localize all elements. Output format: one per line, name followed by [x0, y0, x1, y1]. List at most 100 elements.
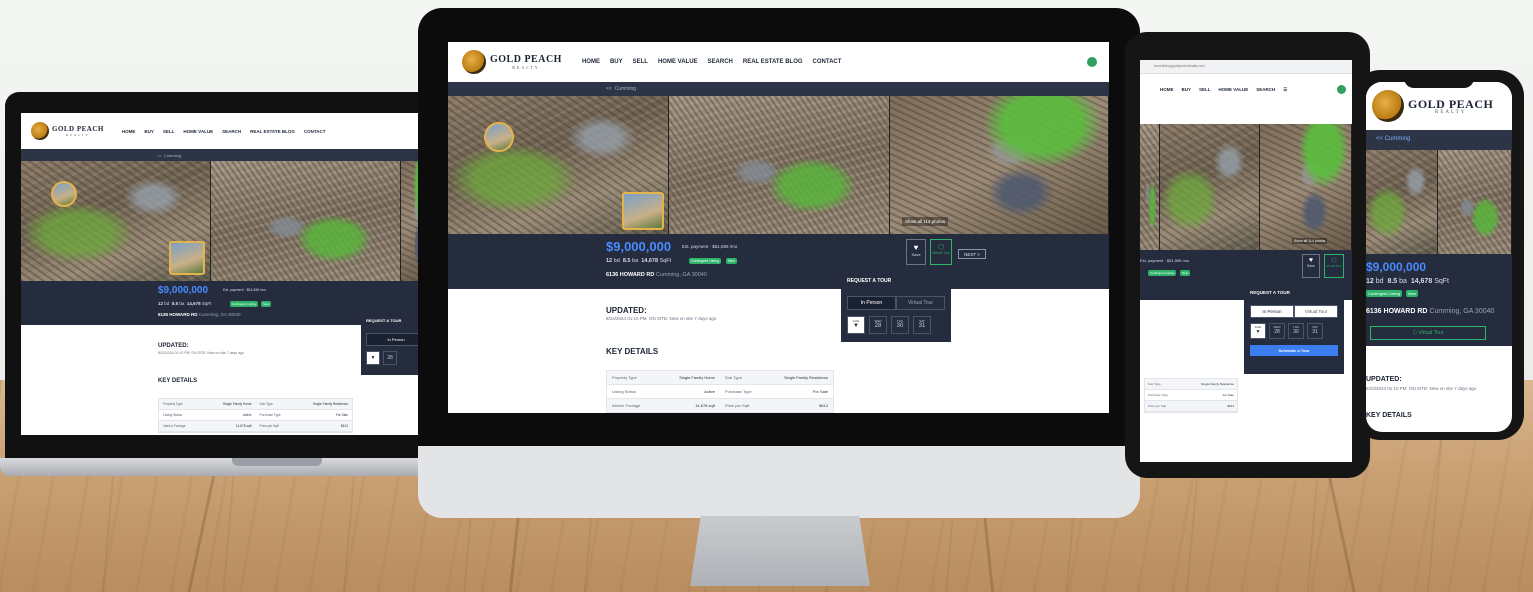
- nav-search[interactable]: SEARCH: [222, 129, 241, 134]
- day-option[interactable]: WED 28: [869, 316, 887, 334]
- logo[interactable]: GOLD PEACH REALTY: [31, 122, 104, 140]
- nav-buy[interactable]: BUY: [144, 129, 154, 134]
- nav-buy[interactable]: BUY: [1182, 87, 1192, 93]
- nav-home-value[interactable]: HOME VALUE: [658, 59, 698, 65]
- day-option[interactable]: THU 30: [891, 316, 909, 334]
- nav-blog[interactable]: REAL ESTATE BLOG: [743, 59, 803, 65]
- gallery-photo[interactable]: [669, 96, 890, 234]
- gallery-photo[interactable]: [448, 96, 669, 234]
- table-cell: For Sale: [812, 389, 828, 394]
- user-avatar-icon[interactable]: [1087, 57, 1097, 67]
- laptop-screen: GOLD PEACH REALTY HOME BUY SELL HOME VAL…: [21, 113, 419, 435]
- day-option[interactable]: ▼: [366, 351, 380, 365]
- nav-home[interactable]: HOME: [582, 59, 600, 65]
- table-cell: Active: [242, 413, 252, 417]
- back-link[interactable]: <<: [157, 153, 162, 158]
- next-listing-button[interactable]: NEXT >: [958, 249, 986, 259]
- nav-buy[interactable]: BUY: [610, 59, 623, 65]
- brand-sub: REALTY: [512, 64, 540, 70]
- day-option[interactable]: THU 30: [1288, 323, 1304, 339]
- tour-widget: REQUEST A TOUR In Person ▼ 28: [361, 313, 419, 375]
- nav-home-value[interactable]: HOME VALUE: [1219, 87, 1249, 93]
- nav-search[interactable]: SEARCH: [708, 59, 733, 65]
- breadcrumb: << Cumming: [21, 149, 419, 161]
- virtual-tour-button[interactable]: ⬡ Virtual Tour: [1370, 326, 1486, 340]
- nav-sell[interactable]: SELL: [1199, 87, 1211, 93]
- gallery-photo[interactable]: [401, 161, 419, 281]
- gallery-photo[interactable]: Show all 114 photos: [890, 96, 1109, 234]
- imac-stand: [690, 516, 870, 586]
- laptop-notch: [232, 458, 322, 466]
- nav-contact[interactable]: CONTACT: [813, 59, 842, 65]
- day-num: 30: [1293, 329, 1299, 335]
- nav-home[interactable]: HOME: [122, 129, 136, 134]
- nav-home-value[interactable]: HOME VALUE: [183, 129, 213, 134]
- main-nav: HOME BUY SELL HOME VALUE SEARCH ☰: [1160, 87, 1287, 93]
- logo[interactable]: GOLD PEACH REALTY: [1372, 90, 1493, 122]
- gallery-photo[interactable]: Show all 114 photos: [1260, 124, 1352, 250]
- back-link[interactable]: <<: [1376, 136, 1383, 142]
- nav-blog[interactable]: REAL ESTATE BLOG: [250, 129, 295, 134]
- listing-address: 6136 HOWARD RD Cumming, GA 30040: [606, 272, 707, 278]
- gallery-photo[interactable]: [1366, 150, 1438, 254]
- gallery-photo[interactable]: [1160, 124, 1260, 250]
- tab-in-person[interactable]: In Person: [847, 296, 896, 310]
- brand-name: GOLD PEACH: [1408, 96, 1494, 111]
- photo-gallery[interactable]: Show all 114 photos: [448, 96, 1109, 234]
- table-cell: Interior Footage: [163, 424, 186, 428]
- table-row: Property Type Single Family Home Sub Type S…: [607, 371, 833, 385]
- nav-search[interactable]: SEARCH: [1256, 87, 1275, 93]
- listing-address: 6136 HOWARD RD Cumming, GA 30040: [158, 312, 241, 317]
- day-num: 31: [1312, 329, 1318, 335]
- day-option[interactable]: SAT 31: [913, 316, 931, 334]
- day-option[interactable]: WED 28: [1269, 323, 1285, 339]
- user-avatar-icon[interactable]: [1337, 85, 1346, 94]
- marketing-mockup: GOLD PEACH REALTY HOME BUY SELL HOME VAL…: [0, 0, 1533, 592]
- gallery-photo[interactable]: [21, 161, 211, 281]
- back-link[interactable]: <<: [606, 86, 612, 92]
- peach-logo-icon: [1372, 90, 1404, 122]
- key-details-table: Property Type Single Family Home Sub Type S…: [158, 398, 353, 433]
- logo[interactable]: GOLD PEACH REALTY: [462, 50, 562, 74]
- tab-in-person[interactable]: In Person: [366, 333, 419, 346]
- inset-photo: [169, 241, 205, 275]
- photo-gallery[interactable]: [1366, 150, 1512, 254]
- updated-text: 8/23/2024 01:10 PM ON SITE: New on site …: [158, 351, 244, 355]
- table-cell: Single Family Residence: [1200, 382, 1234, 386]
- tab-virtual-tour[interactable]: Virtual Tour: [1294, 305, 1338, 318]
- tab-virtual-tour[interactable]: Virtual Tour: [896, 296, 945, 310]
- day-option[interactable]: 28: [383, 351, 397, 365]
- menu-icon[interactable]: ☰: [1283, 87, 1287, 93]
- gallery-photo[interactable]: [1140, 124, 1160, 250]
- save-button[interactable]: ♥ Save: [906, 239, 926, 265]
- table-cell: Single Family Residence: [783, 375, 828, 380]
- laptop-base: [0, 458, 460, 476]
- show-all-photos-button[interactable]: Show all 114 photos: [902, 217, 949, 226]
- updated-text: 8/23/2024 01:10 PM ON SITE: New on site …: [606, 316, 717, 321]
- breadcrumb-label[interactable]: Cumming: [615, 86, 636, 92]
- save-button[interactable]: ♥ Save: [1302, 254, 1320, 278]
- breadcrumb-label[interactable]: Cumming: [164, 153, 181, 158]
- tab-in-person[interactable]: In Person: [1250, 305, 1294, 318]
- day-option[interactable]: SAT 31: [1307, 323, 1323, 339]
- virtual-tour-button[interactable]: ⬡ Virtual Tour: [1324, 254, 1344, 278]
- virtual-tour-button[interactable]: ⬡ Virtual Tour: [930, 239, 952, 265]
- breadcrumb-label[interactable]: Cumming: [1385, 136, 1411, 142]
- gallery-photo[interactable]: [1438, 150, 1512, 254]
- nav-contact[interactable]: CONTACT: [304, 129, 326, 134]
- schedule-tour-button[interactable]: Schedule a Tour: [1250, 345, 1338, 356]
- tour-tabs: In Person: [366, 333, 419, 346]
- show-all-photos-button[interactable]: Show all 114 photos: [1292, 238, 1328, 244]
- day-option[interactable]: AUG ▼: [847, 316, 865, 334]
- table-cell: Purchase Type: [259, 413, 281, 417]
- nav-sell[interactable]: SELL: [633, 59, 648, 65]
- tour-widget: REQUEST A TOUR In Person Virtual Tour AU…: [1244, 284, 1344, 374]
- photo-gallery[interactable]: [21, 161, 419, 281]
- url-field[interactable]: tours/listing/goldpeachrealty.com: [1154, 64, 1205, 68]
- nav-sell[interactable]: SELL: [163, 129, 175, 134]
- day-num: ▼: [1255, 329, 1261, 335]
- photo-gallery[interactable]: Show all 114 photos: [1140, 124, 1352, 250]
- nav-home[interactable]: HOME: [1160, 87, 1174, 93]
- gallery-photo[interactable]: [211, 161, 401, 281]
- day-option[interactable]: AUG ▼: [1250, 323, 1266, 339]
